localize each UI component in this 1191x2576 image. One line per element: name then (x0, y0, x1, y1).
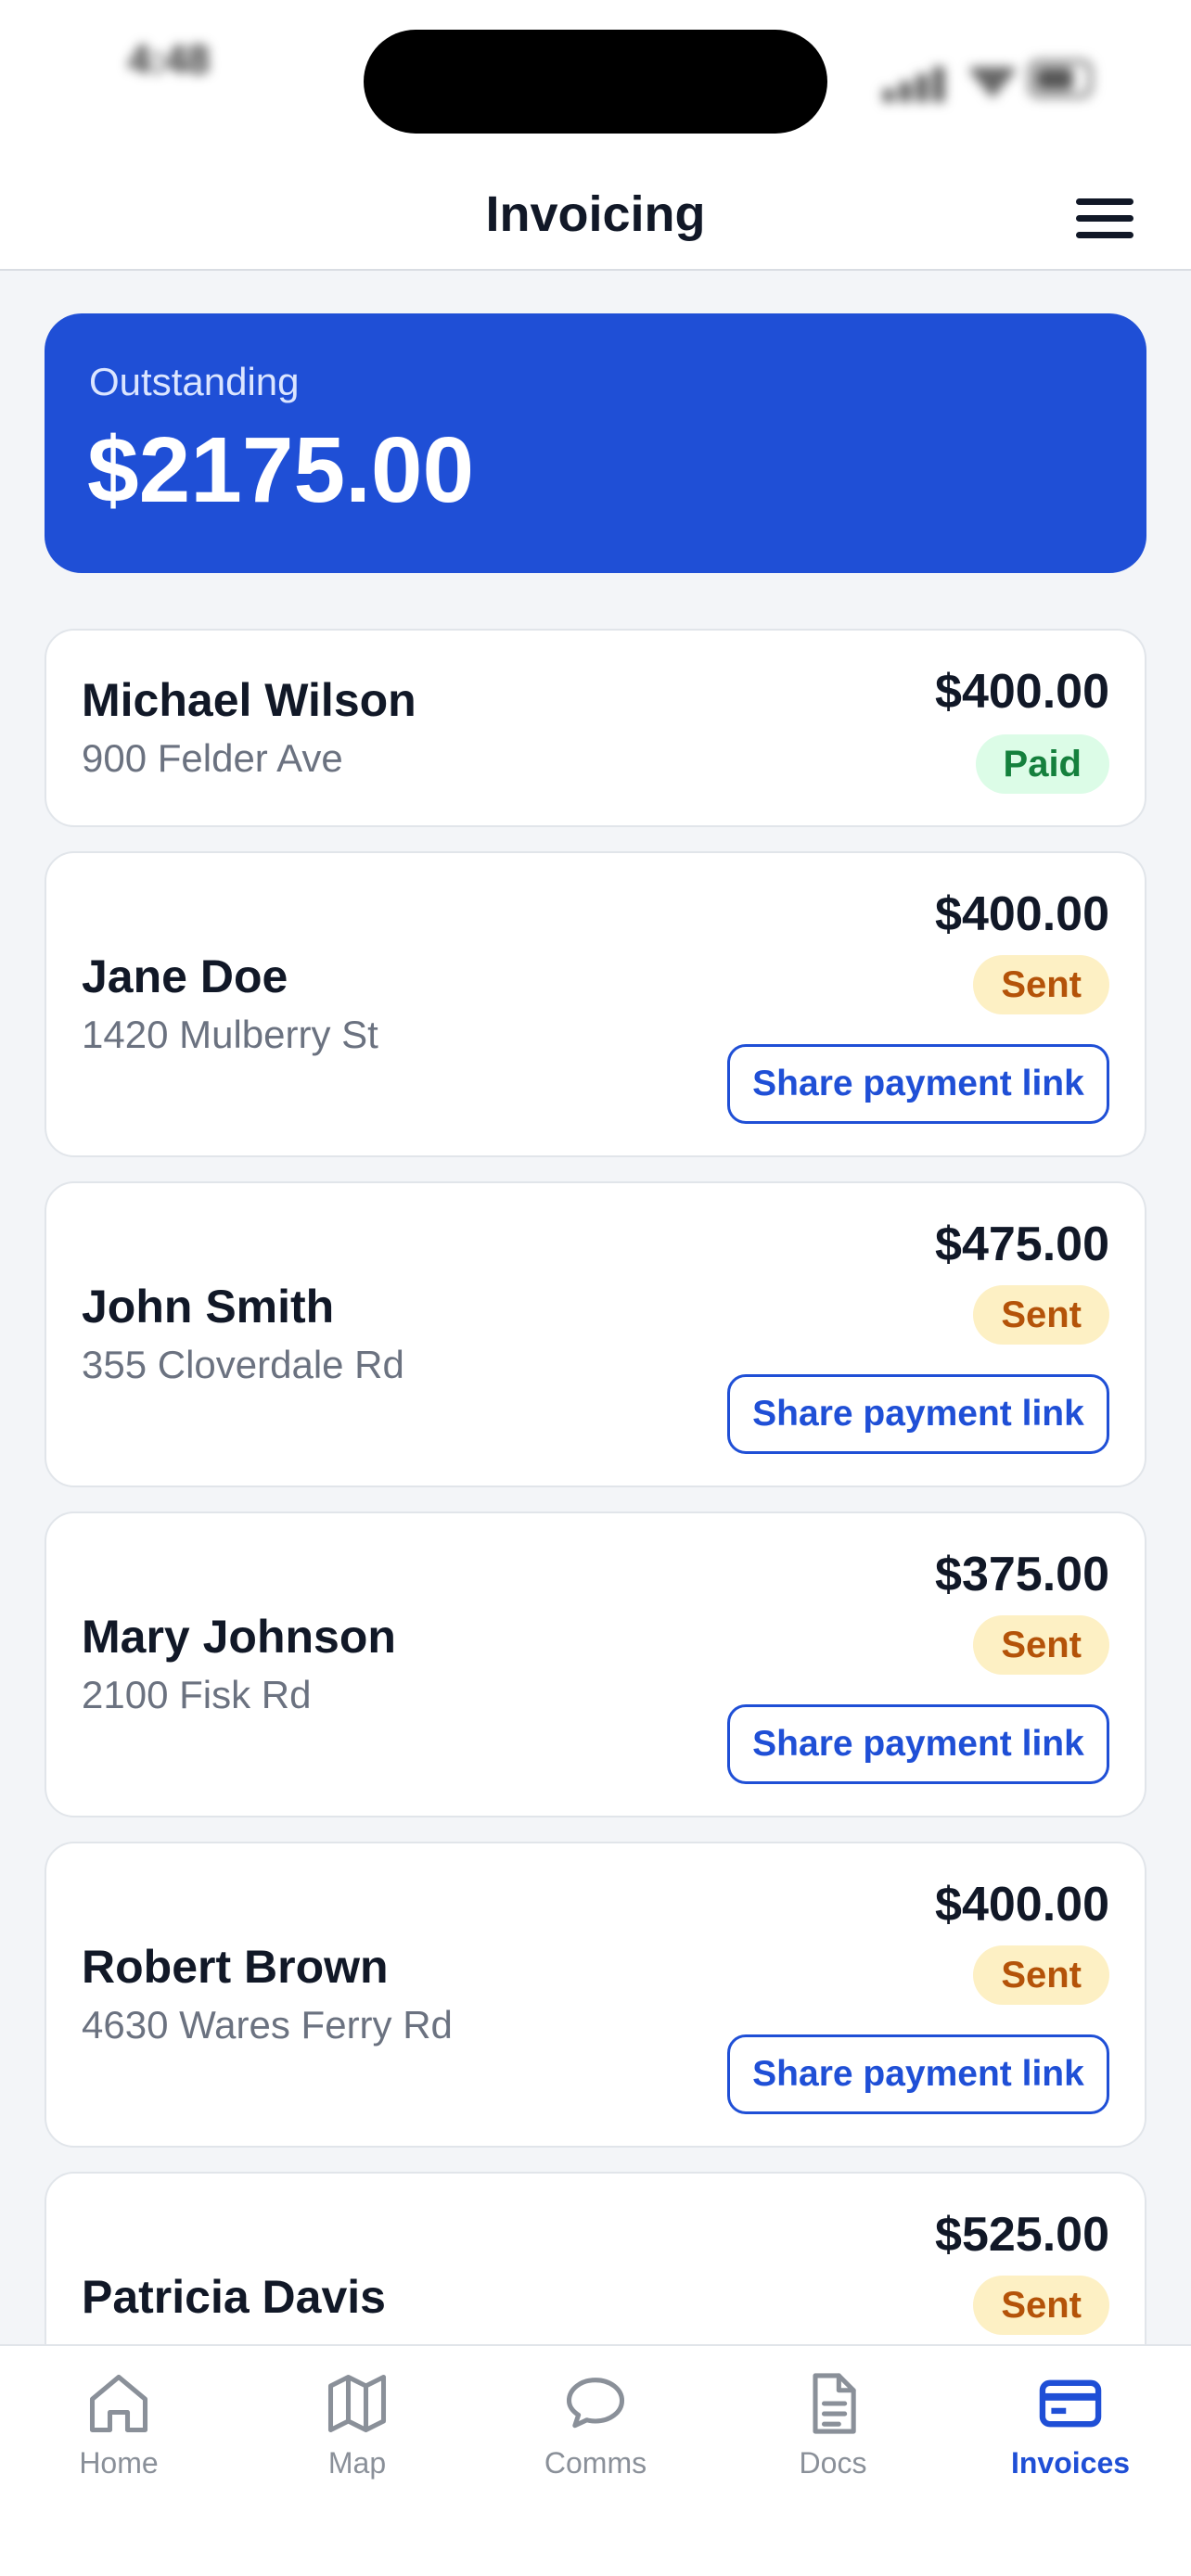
status-badge: Sent (973, 2276, 1109, 2335)
invoice-card[interactable]: Michael Wilson 900 Felder Ave $400.00 Pa… (45, 629, 1146, 827)
tab-comms[interactable]: Comms (503, 2368, 688, 2489)
invoice-amount: $400.00 (935, 665, 1109, 719)
dynamic-island (364, 30, 827, 134)
hamburger-menu-icon[interactable] (1076, 198, 1133, 239)
status-badge: Sent (973, 955, 1109, 1014)
status-icons (883, 56, 1096, 102)
invoice-card[interactable]: Patricia Davis $525.00 Sent (45, 2172, 1146, 2344)
status-bar: 4:48 (0, 0, 1191, 158)
tab-label: Comms (544, 2446, 647, 2480)
document-icon (813, 2373, 856, 2434)
status-badge: Sent (973, 1945, 1109, 2005)
invoice-card[interactable]: Jane Doe 1420 Mulberry St $400.00 Sent S… (45, 851, 1146, 1157)
battery-icon (1028, 59, 1093, 98)
credit-card-icon (1039, 2379, 1102, 2428)
client-name: Robert Brown (82, 1941, 389, 1993)
client-name: Patricia Davis (82, 2271, 386, 2323)
client-address: 2100 Fisk Rd (82, 1673, 312, 1716)
client-address: 355 Cloverdale Rd (82, 1343, 404, 1386)
status-time: 4:48 (128, 37, 211, 83)
wifi-icon (967, 67, 1018, 98)
client-name: Jane Doe (82, 950, 288, 1002)
client-address: 4630 Wares Ferry Rd (82, 2003, 453, 2047)
share-payment-link-button[interactable]: Share payment link (727, 1044, 1109, 1124)
map-icon (327, 2374, 387, 2433)
bottom-tab-bar: Home Map Comms Docs Invoices (0, 2344, 1191, 2576)
outstanding-label: Outstanding (89, 360, 300, 403)
chat-bubble-icon (566, 2378, 625, 2429)
app-header: Invoicing (0, 158, 1191, 271)
invoice-card[interactable]: Robert Brown 4630 Wares Ferry Rd $400.00… (45, 1842, 1146, 2148)
invoice-card[interactable]: John Smith 355 Cloverdale Rd $475.00 Sen… (45, 1181, 1146, 1487)
status-badge: Sent (973, 1615, 1109, 1675)
client-address: 900 Felder Ave (82, 736, 343, 780)
tab-home[interactable]: Home (26, 2368, 211, 2489)
invoice-amount: $525.00 (935, 2208, 1109, 2262)
tab-label: Map (327, 2446, 387, 2480)
share-payment-link-button[interactable]: Share payment link (727, 1704, 1109, 1784)
signal-icon (883, 89, 894, 102)
client-address: 1420 Mulberry St (82, 1013, 378, 1056)
invoice-list: Michael Wilson 900 Felder Ave $400.00 Pa… (45, 629, 1146, 2344)
share-payment-link-button[interactable]: Share payment link (727, 1374, 1109, 1454)
tab-label: Invoices (1010, 2446, 1131, 2480)
status-badge: Paid (975, 734, 1109, 794)
tab-map[interactable]: Map (264, 2368, 450, 2489)
client-name: Michael Wilson (82, 674, 416, 726)
status-badge: Sent (973, 1285, 1109, 1345)
client-name: Mary Johnson (82, 1611, 396, 1663)
outstanding-amount: $2175.00 (87, 418, 475, 522)
invoice-card[interactable]: Mary Johnson 2100 Fisk Rd $375.00 Sent S… (45, 1511, 1146, 1817)
invoice-amount: $475.00 (935, 1218, 1109, 1271)
page-title: Invoicing (485, 186, 706, 242)
tab-docs[interactable]: Docs (740, 2368, 926, 2489)
tab-label: Home (79, 2446, 159, 2480)
invoice-amount: $400.00 (935, 1878, 1109, 1932)
tab-invoices[interactable]: Invoices (978, 2368, 1163, 2489)
outstanding-summary-card: Outstanding $2175.00 (45, 313, 1146, 573)
home-icon (89, 2374, 148, 2433)
tab-label: Docs (799, 2446, 867, 2480)
invoice-amount: $375.00 (935, 1548, 1109, 1601)
share-payment-link-button[interactable]: Share payment link (727, 2034, 1109, 2114)
client-name: John Smith (82, 1281, 335, 1333)
invoice-amount: $400.00 (935, 887, 1109, 941)
